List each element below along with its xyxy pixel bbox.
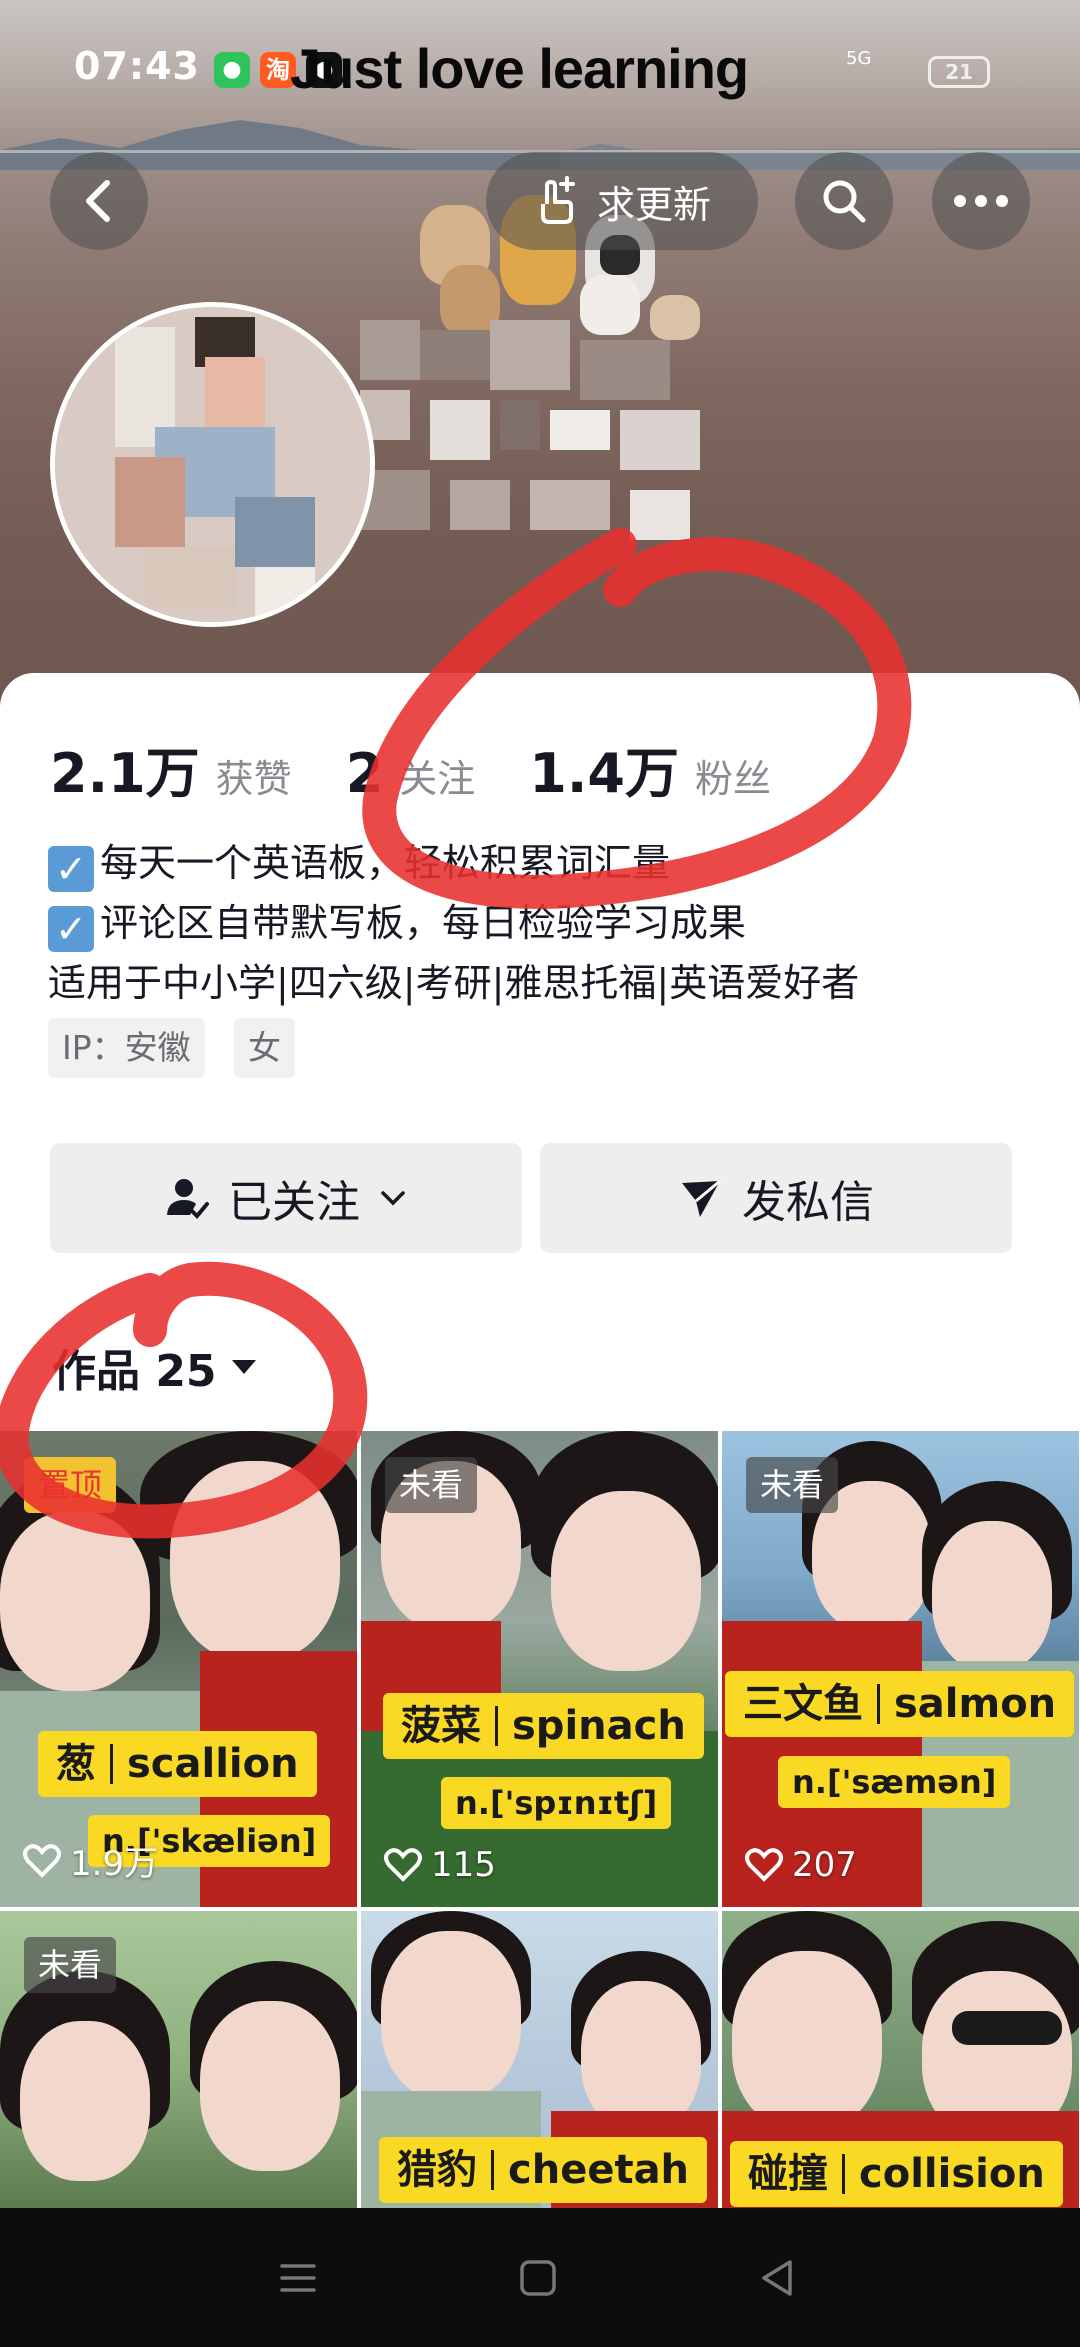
video-tile[interactable]: 猎豹 cheetah xyxy=(361,1911,718,2211)
unwatched-badge: 未看 xyxy=(24,1937,117,1993)
more-dots-icon xyxy=(954,195,1008,207)
pinned-badge: 置顶 xyxy=(24,1457,117,1513)
checkbox-emoji-icon: ✓ xyxy=(48,906,94,952)
word-cn: 菠菜 xyxy=(401,1703,481,1749)
caret-down-icon xyxy=(231,1360,256,1374)
profile-bio: ✓ 每天一个英语板，轻松积累词汇量 ✓ 评论区自带默写板，每日检验学习成果 适用于中… xyxy=(48,833,859,1013)
profile-stats: 2.1万 获赞 2 关注 1.4万 粉丝 xyxy=(50,729,825,808)
send-message-button[interactable]: 发私信 xyxy=(540,1143,1012,1253)
user-check-icon xyxy=(167,1179,209,1219)
avatar[interactable] xyxy=(50,302,375,627)
likes-label: 获赞 xyxy=(215,757,292,801)
username-blurred xyxy=(340,320,920,550)
video-tile[interactable]: 置顶 葱 scallion n.['skæliən] 1.9万 xyxy=(0,1431,357,1907)
ip-location-tag: IP：安徽 xyxy=(48,1018,205,1078)
network-indicator: 5G xyxy=(846,48,872,69)
back-triangle-icon[interactable] xyxy=(758,2258,798,2298)
word-en: cheetah xyxy=(508,2147,690,2193)
chevron-down-icon xyxy=(381,1191,405,1206)
word-cn: 葱 xyxy=(56,1741,96,1787)
unwatched-badge: 未看 xyxy=(385,1457,478,1513)
vocab-card: 葱 scallion xyxy=(38,1731,317,1797)
request-update-button[interactable]: 求更新 xyxy=(486,152,758,250)
menu-icon[interactable] xyxy=(278,2258,318,2298)
followers-count[interactable]: 1.4万 xyxy=(529,729,679,808)
word-cn: 猎豹 xyxy=(397,2147,477,2193)
search-button[interactable] xyxy=(795,152,893,250)
followed-label: 已关注 xyxy=(228,1177,360,1228)
video-tile[interactable]: 未看 三文鱼 salmon n.['sæmən] 207 xyxy=(722,1431,1079,1907)
bio-line-2: 评论区自带默写板，每日检验学习成果 xyxy=(100,901,747,945)
followers-label: 粉丝 xyxy=(694,757,771,801)
word-cn: 三文鱼 xyxy=(743,1681,863,1727)
overlay-title: Just love learning xyxy=(290,37,749,100)
back-button[interactable] xyxy=(50,152,148,250)
battery-indicator: 21 xyxy=(928,56,990,88)
request-update-label: 求更新 xyxy=(596,182,711,227)
word-en: spinach xyxy=(512,1703,686,1749)
vocab-card: 菠菜 spinach xyxy=(383,1693,704,1759)
more-button[interactable] xyxy=(932,152,1030,250)
bio-line-3: 适用于中小学|四六级|考研|雅思托福|英语爱好者 xyxy=(48,961,860,1005)
vocab-card: 猎豹 cheetah xyxy=(379,2137,708,2203)
tab-works[interactable]: 作品 25 xyxy=(52,1335,259,1399)
sunglasses-graphic xyxy=(952,2011,1062,2045)
video-tile[interactable]: 未看 菠菜 spinach n.['spɪnɪtʃ] 115 xyxy=(361,1431,718,1907)
following-label: 关注 xyxy=(399,757,476,801)
like-count: 207 xyxy=(744,1845,857,1885)
search-icon xyxy=(823,180,866,223)
video-tile[interactable]: 未看 xyxy=(0,1911,357,2211)
like-count: 1.9万 xyxy=(22,1836,158,1885)
send-message-label: 发私信 xyxy=(742,1177,874,1228)
gender-tag: 女 xyxy=(234,1018,295,1078)
word-en: scallion xyxy=(127,1741,299,1787)
home-icon[interactable] xyxy=(518,2258,558,2298)
chevron-left-icon xyxy=(86,180,110,222)
checkbox-emoji-icon: ✓ xyxy=(48,846,94,892)
paper-plane-icon xyxy=(682,1179,721,1217)
bio-line-1: 每天一个英语板，轻松积累词汇量 xyxy=(100,841,671,885)
status-bar: 07:43 ● 淘 ● Just love learning 5G 21 xyxy=(0,0,1080,140)
word-cn: 碰撞 xyxy=(748,2151,828,2197)
heart-icon xyxy=(23,1843,61,1878)
unwatched-badge: 未看 xyxy=(746,1457,839,1513)
word-en: collision xyxy=(859,2151,1045,2197)
hand-point-icon xyxy=(540,176,575,224)
phonetic-label: n.['spɪnɪtʃ] xyxy=(441,1777,672,1829)
heart-icon xyxy=(384,1848,422,1882)
word-en: salmon xyxy=(894,1681,1057,1727)
vocab-card: 三文鱼 salmon xyxy=(725,1671,1075,1737)
works-tab-label: 作品 25 xyxy=(52,1346,217,1397)
phonetic-label: n.['sæmən] xyxy=(778,1756,1011,1808)
likes-count[interactable]: 2.1万 xyxy=(50,729,200,808)
heart-icon xyxy=(745,1848,783,1882)
followed-button[interactable]: 已关注 xyxy=(50,1143,522,1253)
like-count: 115 xyxy=(383,1845,496,1885)
clock: 07:43 xyxy=(74,44,200,88)
video-tile[interactable]: 碰撞 collision xyxy=(722,1911,1079,2211)
wechat-icon: ● xyxy=(214,52,250,88)
system-nav-bar xyxy=(0,2208,1080,2347)
vocab-card: 碰撞 collision xyxy=(730,2141,1063,2207)
following-count[interactable]: 2 xyxy=(346,742,384,805)
